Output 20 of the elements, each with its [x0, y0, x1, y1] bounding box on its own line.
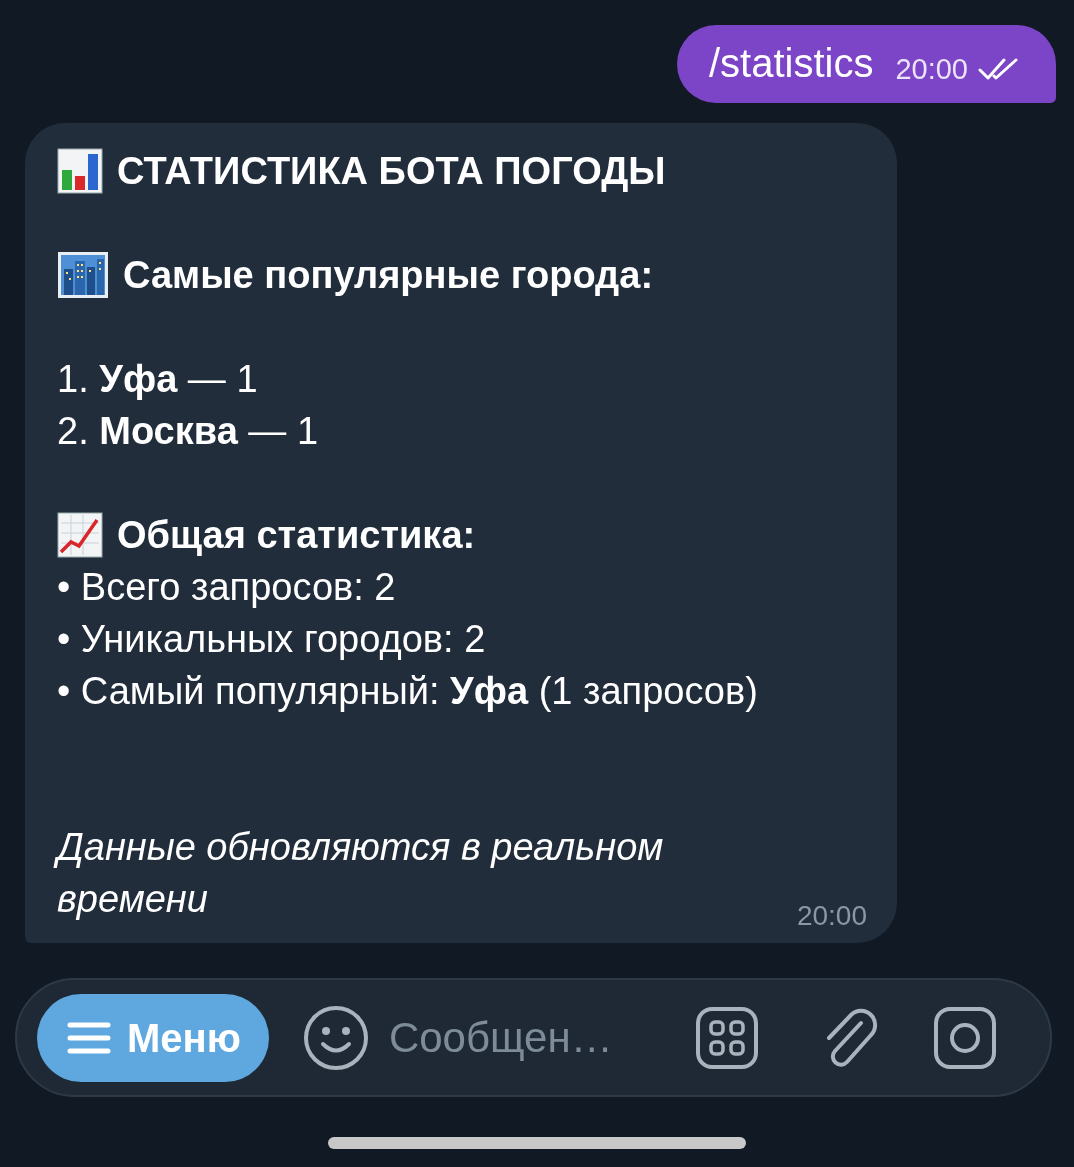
- section-heading: Общая статистика:: [117, 513, 476, 558]
- grid-icon[interactable]: [694, 1005, 759, 1070]
- rising-chart-icon: [57, 512, 103, 558]
- section-heading: Самые популярные города:: [123, 253, 654, 298]
- list-item: • Самый популярный: Уфа (1 запросов): [57, 669, 759, 714]
- list-item: • Всего запросов: 2: [57, 565, 397, 610]
- message-text: /statistics: [708, 40, 874, 87]
- message-time: 20:00: [796, 900, 867, 931]
- list-item: • Уникальных городов: 2: [57, 617, 487, 662]
- message-input-field[interactable]: Сообщен…: [388, 1006, 679, 1069]
- list-item: 2. Москва — 1: [57, 409, 319, 454]
- bar-chart-icon: [57, 148, 103, 194]
- list-item: 1. Уфа — 1: [57, 357, 259, 402]
- message-time: 20:00: [895, 52, 968, 87]
- message-title: СТАТИСТИКА БОТА ПОГОДЫ: [117, 149, 666, 194]
- menu-button[interactable]: Меню: [37, 993, 269, 1082]
- emoji-icon[interactable]: [302, 1004, 369, 1071]
- camera-icon[interactable]: [932, 1005, 997, 1070]
- menu-icon: [67, 1020, 111, 1055]
- cityscape-icon: [57, 251, 109, 299]
